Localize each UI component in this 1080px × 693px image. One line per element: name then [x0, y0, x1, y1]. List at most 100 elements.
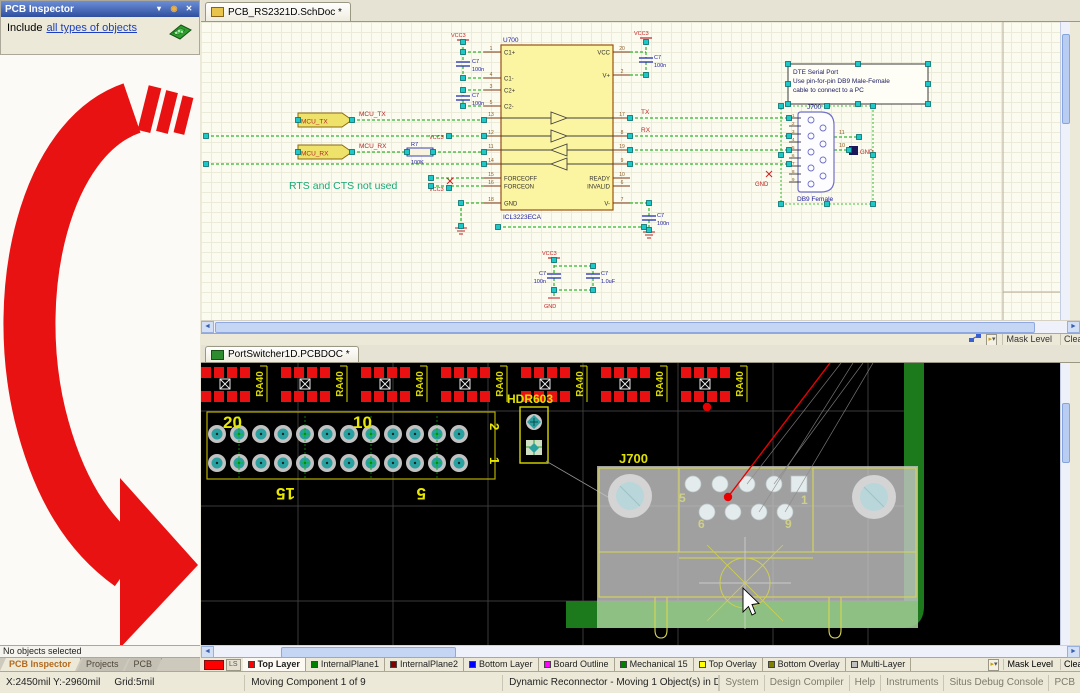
layer-tab-label: Mechanical 15 — [630, 658, 688, 671]
layer-color-chip — [248, 661, 255, 668]
clear-button-2[interactable]: Clear — [1060, 659, 1080, 670]
header-num-1: 1 — [487, 457, 502, 464]
pin-name: C2+ — [504, 88, 516, 94]
pin-name: V+ — [602, 73, 610, 79]
layer-tab-label: InternalPlane1 — [321, 658, 379, 671]
panel-button-help[interactable]: Help — [849, 675, 881, 691]
schdoc-tab-label: PCB_RS2321D.SchDoc * — [228, 7, 342, 18]
pin-number: 7 — [621, 197, 624, 203]
panel-button-situs-debug-console[interactable]: Situs Debug Console — [943, 675, 1048, 691]
db9-pin11: 11 — [839, 130, 845, 136]
tab-schdoc[interactable]: PCB_RS2321D.SchDoc * — [205, 2, 351, 21]
layer-tab-internalplane2[interactable]: InternalPlane2 — [385, 658, 464, 671]
panel-button-system[interactable]: System — [719, 675, 763, 691]
j700-footprint-dragging[interactable]: 5 1 6 9 — [597, 466, 918, 638]
layer-tab-board-outline[interactable]: Board Outline — [539, 658, 615, 671]
pcb-scroll-left-icon[interactable]: ◄ — [201, 646, 214, 658]
port-mcu-tx[interactable]: MCU_TX — [298, 113, 352, 127]
pcb-inspector-panel: PCB Inspector ▾ ◉ ✕ Include all types of… — [0, 0, 200, 55]
pcbdoc-icon — [211, 350, 224, 360]
sch-vscrollbar[interactable] — [1060, 22, 1070, 320]
layer-tab-top-overlay[interactable]: Top Overlay — [694, 658, 763, 671]
ra-designator: RA40 — [415, 371, 426, 397]
note-line1: DTE Serial Port — [793, 69, 838, 76]
inspector-status: No objects selected — [0, 645, 200, 657]
layer-tab-label: InternalPlane2 — [400, 658, 458, 671]
filter-icon[interactable]: ▸▾ — [986, 334, 997, 346]
panel-close-icon[interactable]: ✕ — [183, 3, 195, 15]
svg-text:VCC3: VCC3 — [542, 251, 557, 257]
panel-tab-projects[interactable]: Projects — [77, 658, 129, 671]
pin-name: FORCEON — [504, 184, 534, 190]
pcb-inspector-titlebar[interactable]: PCB Inspector ▾ ◉ ✕ — [1, 1, 199, 17]
pin-name: GND — [504, 201, 518, 207]
pcb-scroll-right-icon[interactable]: ► — [1067, 646, 1080, 658]
pcb-chip-icon — [167, 22, 193, 43]
sch-scroll-right-icon[interactable]: ► — [1067, 321, 1080, 333]
schematic-canvas[interactable]: U700 ICL3223ECA 1C1+4C1-3C2+5C2-13121114… — [201, 22, 1070, 320]
pin-number: 15 — [488, 172, 494, 178]
db9-pin-number: 4 — [792, 137, 795, 142]
panel-tab-pcb-inspector[interactable]: PCB Inspector — [0, 658, 81, 671]
panel-tab-pcb[interactable]: PCB — [125, 658, 163, 671]
tab-pcbdoc[interactable]: PortSwitcher1D.PCBDOC * — [205, 346, 359, 362]
hdr603-component[interactable]: HDR603 — [507, 392, 553, 463]
ic-transceiver[interactable]: U700 ICL3223ECA 1C1+4C1-3C2+5C2-13121114… — [484, 37, 630, 221]
layer-color-chip — [699, 661, 706, 668]
layer-tab-label: Bottom Overlay — [778, 658, 840, 671]
panel-button-instruments[interactable]: Instruments — [880, 675, 943, 691]
layer-tab-bottom-layer[interactable]: Bottom Layer — [464, 658, 539, 671]
connection-dot-2 — [703, 403, 711, 411]
fp-pad1-label: 1 — [801, 493, 808, 507]
layer-tab-multi-layer[interactable]: Multi-Layer — [846, 658, 912, 671]
pin-name: V- — [604, 201, 610, 207]
db9-pin-number: 6 — [792, 153, 795, 158]
panel-pin-icon[interactable]: ◉ — [168, 3, 180, 15]
resistor[interactable]: R7 100K — [407, 142, 433, 166]
editors-column: PCB_RS2321D.SchDoc * — [201, 0, 1080, 671]
db9-connector[interactable]: 123456789 J700 DB9 Female 11 10 GND GND — [755, 104, 874, 204]
note-box[interactable]: DTE Serial Port Use pin-for-pin DB9 Male… — [788, 64, 928, 104]
sch-scroll-left-icon[interactable]: ◄ — [201, 321, 214, 333]
layer-tab-label: Top Overlay — [709, 658, 757, 671]
mask-level-button[interactable]: Mask Level — [1002, 334, 1055, 345]
ra-designator: RA40 — [655, 371, 666, 397]
ra-designator: RA40 — [575, 371, 586, 397]
panel-menu-icon[interactable]: ▾ — [153, 3, 165, 15]
netlabel-tx: TX — [641, 109, 650, 116]
include-link[interactable]: all types of objects — [46, 22, 137, 34]
layer-tabs: Top Layer InternalPlane1 InternalPlane2 Bot… — [243, 658, 912, 671]
layer-tab-top-layer[interactable]: Top Layer — [243, 658, 306, 671]
left-panel-tabs: PCB Inspector Projects PCB — [0, 657, 200, 671]
layer-tab-label: Multi-Layer — [861, 658, 906, 671]
layer-tab-bottom-overlay[interactable]: Bottom Overlay — [763, 658, 846, 671]
layer-tab-mechanical-15[interactable]: Mechanical 15 — [615, 658, 694, 671]
ra-designator: RA40 — [255, 371, 266, 397]
pcb-vscrollbar[interactable] — [1060, 363, 1070, 645]
connection-dot — [724, 493, 732, 501]
port-mcu-rx[interactable]: MCU_RX — [298, 145, 352, 159]
clear-button[interactable]: Clear — [1060, 334, 1080, 345]
link-icon[interactable] — [969, 333, 981, 345]
panel-button-design-compiler[interactable]: Design Compiler — [764, 675, 849, 691]
filter-icon-2[interactable]: ▸▾ — [988, 659, 999, 671]
pcb-tabbar: PortSwitcher1D.PCBDOC * — [201, 345, 1080, 363]
pin-number: 12 — [488, 130, 494, 136]
pin-number: 16 — [488, 180, 494, 186]
layer-color-chip — [544, 661, 551, 668]
sch-hscrollbar[interactable]: ◄ ► — [201, 320, 1080, 333]
layer-tab-internalplane1[interactable]: InternalPlane1 — [306, 658, 385, 671]
header-connector[interactable]: 20 10 15 5 2 1 — [207, 412, 502, 503]
pcb-hscrollbar[interactable]: ◄ ► — [201, 645, 1080, 657]
cap-value: 100n — [472, 67, 484, 73]
db9-pin-number: 3 — [792, 129, 795, 134]
panel-button-pcb[interactable]: PCB — [1048, 675, 1080, 691]
ra-designator: RA40 — [495, 371, 506, 397]
pcb-canvas[interactable]: RA40RA40RA40RA40RA40RA40RA40 20 10 15 5 … — [201, 363, 1070, 645]
cursor-coordinates: X:2450mil Y:-2960mil — [6, 675, 100, 691]
current-layer-swatch — [204, 660, 224, 670]
port-mcu-rx-label: MCU_RX — [301, 151, 329, 158]
mask-level-button-2[interactable]: Mask Level — [1003, 659, 1056, 670]
layer-sets-button[interactable]: LS — [226, 659, 241, 671]
pin-number: 14 — [488, 158, 494, 164]
